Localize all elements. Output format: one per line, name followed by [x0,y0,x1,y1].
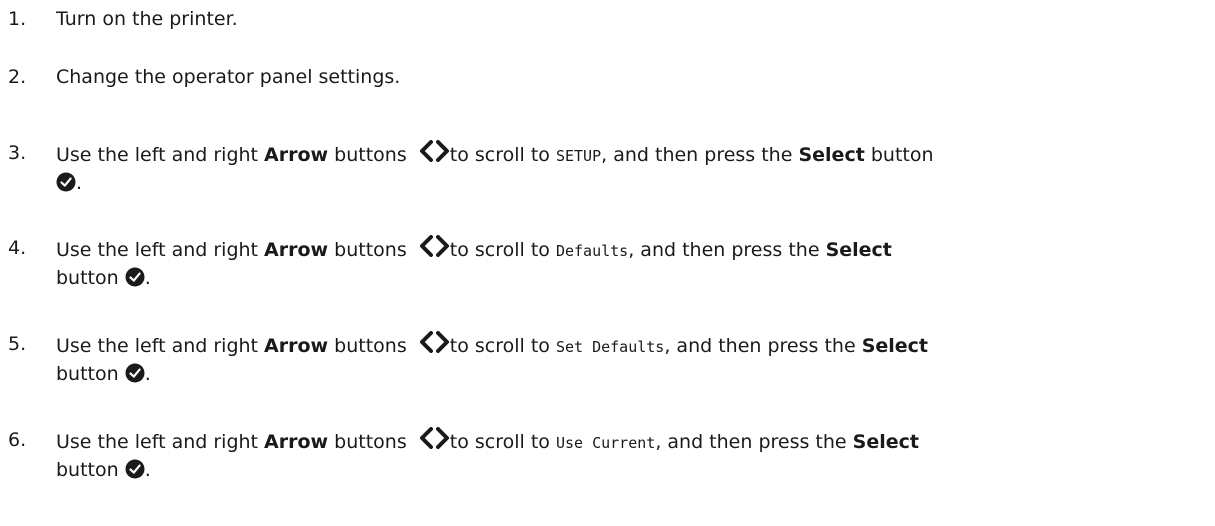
left-right-arrow-buttons-icon [419,331,449,353]
arrow-label: Arrow [264,335,329,357]
menu-option-code: Use Current [555,434,656,452]
step-4: 4. Use the left and right Arrow buttons … [8,235,1198,292]
left-right-arrow-buttons-icon [419,235,449,257]
select-label: Select [861,335,929,357]
step-5: 5. Use the left and right Arrow buttons … [8,331,1198,388]
step-1: 1. Turn on the printer. [8,6,1198,33]
select-checkmark-icon [125,267,145,287]
step-text: Use the left and right Arrow buttons to … [8,331,1198,388]
step-text-pre: Use the left and right [56,144,265,166]
left-right-arrow-buttons-icon [419,427,449,449]
step-text-mid: to scroll to [449,239,556,261]
step-text-post: button [864,144,934,166]
select-checkmark-icon [125,363,145,383]
step-text-mid: buttons [328,431,413,453]
step-text-pre: Use the left and right [56,239,265,261]
step-text-mid: , and then press the [655,431,853,453]
step-2: 2. Change the operator panel settings. [8,64,1198,91]
step-text: Use the left and right Arrow buttons to … [8,427,1198,484]
step-text-post: button [56,267,125,289]
step-text: Turn on the printer. [56,8,238,30]
step-text-mid: , and then press the [601,144,799,166]
select-checkmark-icon [56,172,76,192]
arrow-label: Arrow [264,239,329,261]
menu-option-code: Set Defaults [555,338,665,356]
step-text-pre: Use the left and right [56,431,265,453]
step-3: 3. Use the left and right Arrow buttons … [8,140,1198,197]
step-text: Use the left and right Arrow buttons to … [8,235,1198,292]
step-text-end: . [144,459,151,481]
select-label: Select [798,144,865,166]
step-text-mid: to scroll to [449,335,556,357]
step-text-end: . [76,172,83,194]
step-text-end: . [144,363,151,385]
arrow-label: Arrow [264,144,329,166]
step-text-mid: buttons [328,239,413,261]
step-text: Use the left and right Arrow buttons to … [8,140,1198,197]
select-label: Select [825,239,892,261]
menu-option-code: SETUP [555,147,602,165]
select-checkmark-icon [125,459,145,479]
step-text-post: button [56,363,125,385]
step-text-mid: to scroll to [449,431,556,453]
step-6: 6. Use the left and right Arrow buttons … [8,427,1198,484]
select-label: Select [852,431,919,453]
step-text-mid: , and then press the [664,335,862,357]
step-text-pre: Use the left and right [56,335,265,357]
step-text-end: . [144,267,151,289]
arrow-label: Arrow [264,431,329,453]
step-text-post: button [56,459,125,481]
step-text-mid: , and then press the [628,239,826,261]
step-text-mid: buttons [328,144,413,166]
step-text-mid: buttons [328,335,413,357]
left-right-arrow-buttons-icon [419,140,449,162]
step-text: Change the operator panel settings. [56,66,401,88]
step-text-mid: to scroll to [449,144,556,166]
menu-option-code: Defaults [555,242,629,260]
